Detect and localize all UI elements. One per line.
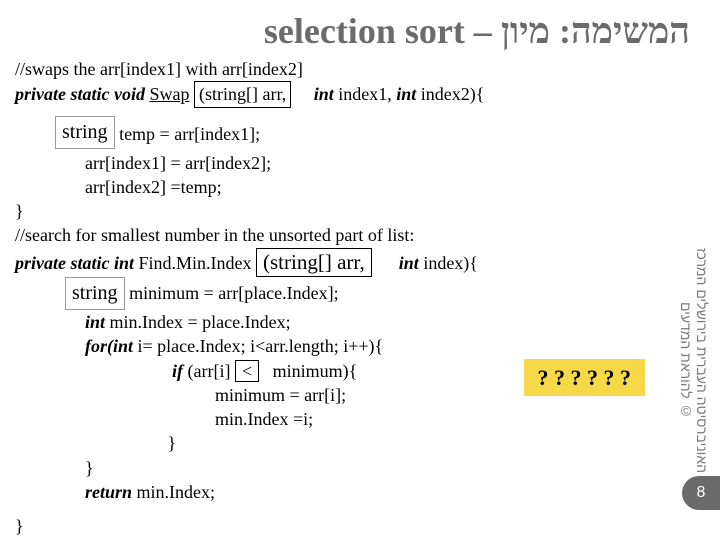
code-line: string temp = arr[index1]; bbox=[15, 118, 705, 151]
type-badge-string: string bbox=[55, 116, 115, 149]
code-line: //search for smallest number in the unso… bbox=[15, 223, 705, 247]
code-line: //swaps the arr[index1] with arr[index2] bbox=[15, 57, 705, 81]
operator-box: < bbox=[235, 360, 259, 382]
code-line: private static int Find.Min.Index (strin… bbox=[15, 248, 705, 277]
type-badge-string: string bbox=[65, 277, 125, 310]
code-line: minimum = arr[i]; bbox=[15, 383, 705, 407]
title-en: selection sort – bbox=[264, 11, 501, 51]
slide-title: selection sort – המשימה: מיון bbox=[0, 0, 720, 57]
code-line: arr[index1] = arr[index2]; bbox=[15, 151, 705, 175]
code-line: int min.Index = place.Index; bbox=[15, 310, 705, 334]
code-line: private static void Swap (string[] arr, … bbox=[15, 81, 705, 107]
code-line: } bbox=[15, 456, 705, 480]
code-line: } bbox=[15, 514, 705, 538]
param-box: (string[] arr, bbox=[194, 81, 291, 107]
code-line: arr[index2] =temp; bbox=[15, 175, 705, 199]
code-line: string minimum = arr[place.Index]; bbox=[15, 277, 705, 310]
param-box: (string[] arr, bbox=[256, 248, 372, 277]
copyright-sidebar: האוניברסיטה העברית בירושלים המרכז להוראת… bbox=[678, 235, 710, 485]
code-line: } bbox=[15, 199, 705, 223]
page-number: 8 bbox=[697, 484, 706, 502]
code-line: for(int i= place.Index; i<arr.length; i+… bbox=[15, 334, 705, 358]
code-line: } bbox=[15, 431, 705, 455]
title-he: המשימה: מיון bbox=[501, 11, 690, 51]
page-number-badge: 8 bbox=[682, 476, 720, 510]
code-line: min.Index =i; bbox=[15, 407, 705, 431]
code-block: //swaps the arr[index1] with arr[index2]… bbox=[0, 57, 720, 539]
code-line: return min.Index; bbox=[15, 480, 705, 504]
code-line: if (arr[i] < minimum){ ? ? ? ? ? ? bbox=[15, 359, 705, 383]
